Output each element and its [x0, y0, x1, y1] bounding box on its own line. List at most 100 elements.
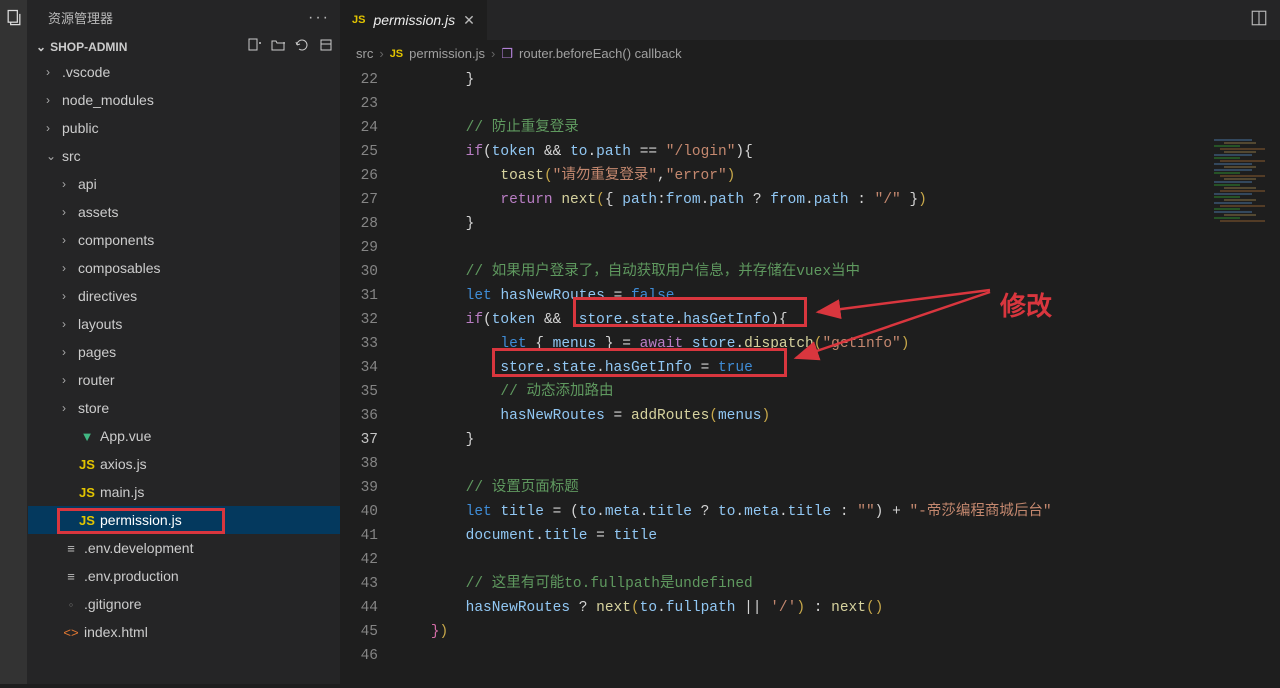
- new-folder-icon[interactable]: [270, 37, 286, 56]
- folder-item[interactable]: ›public: [28, 114, 340, 142]
- file-item[interactable]: JSmain.js: [28, 478, 340, 506]
- file-item[interactable]: JSaxios.js: [28, 450, 340, 478]
- line-number: 28: [340, 212, 378, 236]
- folder-item[interactable]: ›node_modules: [28, 86, 340, 114]
- folder-item[interactable]: ›directives: [28, 282, 340, 310]
- chevron-right-icon: ›: [62, 373, 76, 387]
- tree-item-label: .gitignore: [84, 596, 142, 612]
- folder-item[interactable]: ›store: [28, 394, 340, 422]
- chevron-right-icon: ›: [62, 317, 76, 331]
- folder-item[interactable]: ›pages: [28, 338, 340, 366]
- breadcrumb[interactable]: src › JS permission.js › ❒ router.before…: [340, 40, 1280, 68]
- file-tree: ›.vscode›node_modules›public⌄src›api›ass…: [28, 58, 340, 646]
- tree-item-label: node_modules: [62, 92, 154, 108]
- code-line[interactable]: document.title = title: [396, 524, 1052, 548]
- activity-bar: [0, 0, 28, 684]
- js-file-icon: JS: [78, 485, 96, 500]
- folder-item[interactable]: ›router: [28, 366, 340, 394]
- file-item[interactable]: ◦ .gitignore: [28, 590, 340, 618]
- code-content[interactable]: } // 防止重复登录 if(token && to.path == "/log…: [396, 68, 1052, 684]
- project-header[interactable]: ⌄ SHOP-ADMIN: [28, 35, 340, 58]
- line-number-gutter: 2223242526272829303132333435363738394041…: [340, 68, 396, 684]
- code-line[interactable]: hasNewRoutes = addRoutes(menus): [396, 404, 1052, 428]
- chevron-right-icon: ›: [62, 177, 76, 191]
- code-line[interactable]: // 如果用户登录了，自动获取用户信息，并存储在vuex当中: [396, 260, 1052, 284]
- chevron-right-icon: ›: [46, 121, 60, 135]
- js-file-icon: JS: [78, 513, 96, 528]
- chevron-down-icon: ⌄: [46, 149, 60, 163]
- file-item[interactable]: ▼App.vue: [28, 422, 340, 450]
- breadcrumb-part[interactable]: router.beforeEach() callback: [519, 46, 682, 61]
- code-line[interactable]: // 设置页面标题: [396, 476, 1052, 500]
- files-icon[interactable]: [4, 8, 24, 28]
- code-editor[interactable]: 2223242526272829303132333435363738394041…: [340, 68, 1280, 684]
- explorer-header: 资源管理器 ···: [28, 0, 340, 35]
- code-line[interactable]: }: [396, 212, 1052, 236]
- symbol-method-icon: ❒: [501, 46, 513, 62]
- tree-item-label: layouts: [78, 316, 122, 332]
- tree-item-label: permission.js: [100, 512, 182, 528]
- gitignore-icon: ◦: [62, 597, 80, 612]
- code-line[interactable]: [396, 452, 1052, 476]
- code-line[interactable]: hasNewRoutes ? next(to.fullpath || '/') …: [396, 596, 1052, 620]
- split-editor-icon[interactable]: [1250, 9, 1268, 32]
- tab-permission-js[interactable]: JS permission.js ✕: [340, 0, 488, 40]
- collapse-icon[interactable]: [318, 37, 334, 56]
- code-line[interactable]: [396, 548, 1052, 572]
- code-line[interactable]: }: [396, 428, 1052, 452]
- file-item[interactable]: JS permission.js: [28, 506, 340, 534]
- code-line[interactable]: let { menus } = await store.dispatch("ge…: [396, 332, 1052, 356]
- tree-item-label: api: [78, 176, 97, 192]
- line-number: 26: [340, 164, 378, 188]
- code-line[interactable]: return next({ path:from.path ? from.path…: [396, 188, 1052, 212]
- tabbar: JS permission.js ✕: [340, 0, 1280, 40]
- folder-item[interactable]: ›layouts: [28, 310, 340, 338]
- refresh-icon[interactable]: [294, 37, 310, 56]
- new-file-icon[interactable]: [246, 37, 262, 56]
- js-file-icon: JS: [352, 14, 365, 26]
- folder-item[interactable]: ›composables: [28, 254, 340, 282]
- code-line[interactable]: }): [396, 620, 1052, 644]
- code-line[interactable]: if(token && to.path == "/login"){: [396, 140, 1052, 164]
- code-line[interactable]: store.state.hasGetInfo = true: [396, 356, 1052, 380]
- tree-item-label: pages: [78, 344, 116, 360]
- html-file-icon: <>: [62, 625, 80, 640]
- chevron-right-icon: ›: [62, 261, 76, 275]
- code-line[interactable]: // 这里有可能to.fullpath是undefined: [396, 572, 1052, 596]
- env-file-icon: ≡: [62, 569, 80, 584]
- tab-label: permission.js: [373, 12, 455, 28]
- close-icon[interactable]: ✕: [463, 12, 475, 29]
- line-number: 32: [340, 308, 378, 332]
- code-line[interactable]: // 防止重复登录: [396, 116, 1052, 140]
- code-line[interactable]: let hasNewRoutes = false: [396, 284, 1052, 308]
- env-file-icon: ≡: [62, 541, 80, 556]
- project-name: SHOP-ADMIN: [50, 40, 127, 54]
- line-number: 27: [340, 188, 378, 212]
- file-item[interactable]: <>index.html: [28, 618, 340, 646]
- line-number: 40: [340, 500, 378, 524]
- code-line[interactable]: // 动态添加路由: [396, 380, 1052, 404]
- file-item[interactable]: ≡.env.production: [28, 562, 340, 590]
- code-line[interactable]: let title = (to.meta.title ? to.meta.tit…: [396, 500, 1052, 524]
- code-line[interactable]: [396, 92, 1052, 116]
- line-number: 33: [340, 332, 378, 356]
- folder-item[interactable]: ›.vscode: [28, 58, 340, 86]
- code-line[interactable]: if(token && !store.state.hasGetInfo){: [396, 308, 1052, 332]
- breadcrumb-part[interactable]: src: [356, 46, 373, 61]
- folder-item[interactable]: ⌄src: [28, 142, 340, 170]
- js-file-icon: JS: [390, 48, 403, 60]
- folder-item[interactable]: ›components: [28, 226, 340, 254]
- minimap[interactable]: [1212, 138, 1276, 258]
- tree-item-label: axios.js: [100, 456, 147, 472]
- code-line[interactable]: [396, 644, 1052, 668]
- tree-item-label: store: [78, 400, 109, 416]
- breadcrumb-part[interactable]: permission.js: [409, 46, 485, 61]
- code-line[interactable]: }: [396, 68, 1052, 92]
- folder-item[interactable]: ›api: [28, 170, 340, 198]
- code-line[interactable]: toast("请勿重复登录","error"): [396, 164, 1052, 188]
- folder-item[interactable]: ›assets: [28, 198, 340, 226]
- tree-item-label: components: [78, 232, 154, 248]
- more-icon[interactable]: ···: [308, 9, 330, 27]
- file-item[interactable]: ≡.env.development: [28, 534, 340, 562]
- code-line[interactable]: [396, 236, 1052, 260]
